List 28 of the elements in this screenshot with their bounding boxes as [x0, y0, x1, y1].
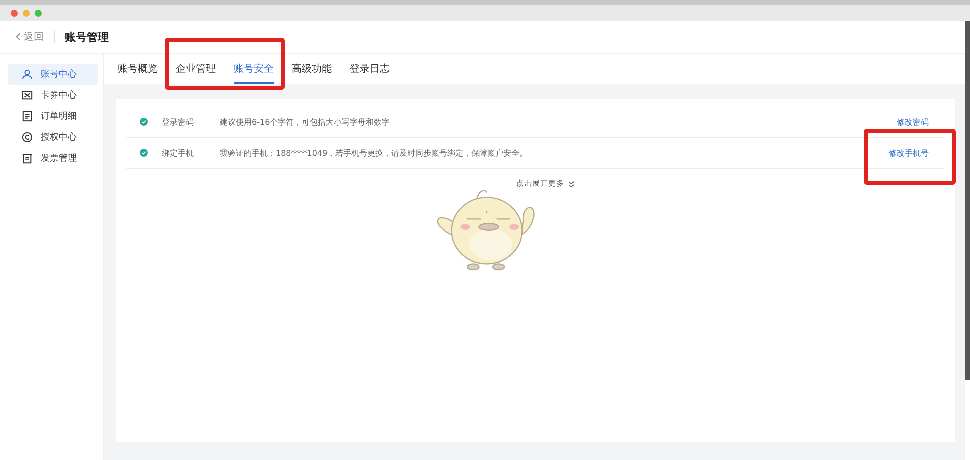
document-icon	[22, 111, 33, 122]
minimize-icon[interactable]	[23, 10, 30, 16]
tab[interactable]: 账号概览	[118, 54, 158, 84]
action-link[interactable]: 修改手机号	[889, 148, 929, 158]
back-link[interactable]: 返回	[16, 30, 44, 44]
sidebar-item[interactable]: 账号中心	[8, 64, 98, 85]
tab[interactable]: 账号安全	[234, 54, 274, 84]
page-title: 账号管理	[65, 30, 109, 44]
user-icon	[22, 69, 33, 80]
tab[interactable]: 企业管理	[176, 54, 216, 84]
tab[interactable]: 高级功能	[292, 54, 332, 84]
sidebar-item[interactable]: 授权中心	[8, 127, 98, 148]
tab[interactable]: 登录日志	[350, 54, 390, 84]
sidebar-item[interactable]: 订单明细	[8, 106, 98, 127]
setting-name: 登录密码	[162, 116, 195, 128]
chevron-left-icon	[16, 33, 21, 41]
setting-description: 我验证的手机：188****1049，若手机号更换，请及时同步账号绑定，保障账户安全。	[220, 148, 529, 158]
setting-description: 建议使用6-16个字符，可包括大小写字母和数字	[220, 116, 392, 128]
setting-name: 绑定手机	[162, 148, 195, 158]
sidebar-item[interactable]: 卡券中心	[8, 85, 98, 106]
maximize-icon[interactable]	[35, 10, 42, 16]
copyright-icon	[22, 132, 33, 143]
receipt-icon	[22, 153, 33, 164]
double-chevron-down-icon	[568, 180, 574, 188]
close-icon[interactable]	[11, 10, 18, 16]
action-link[interactable]: 修改密码	[897, 116, 929, 128]
ticket-icon	[22, 90, 33, 101]
sidebar-item[interactable]: 发票管理	[8, 148, 98, 169]
